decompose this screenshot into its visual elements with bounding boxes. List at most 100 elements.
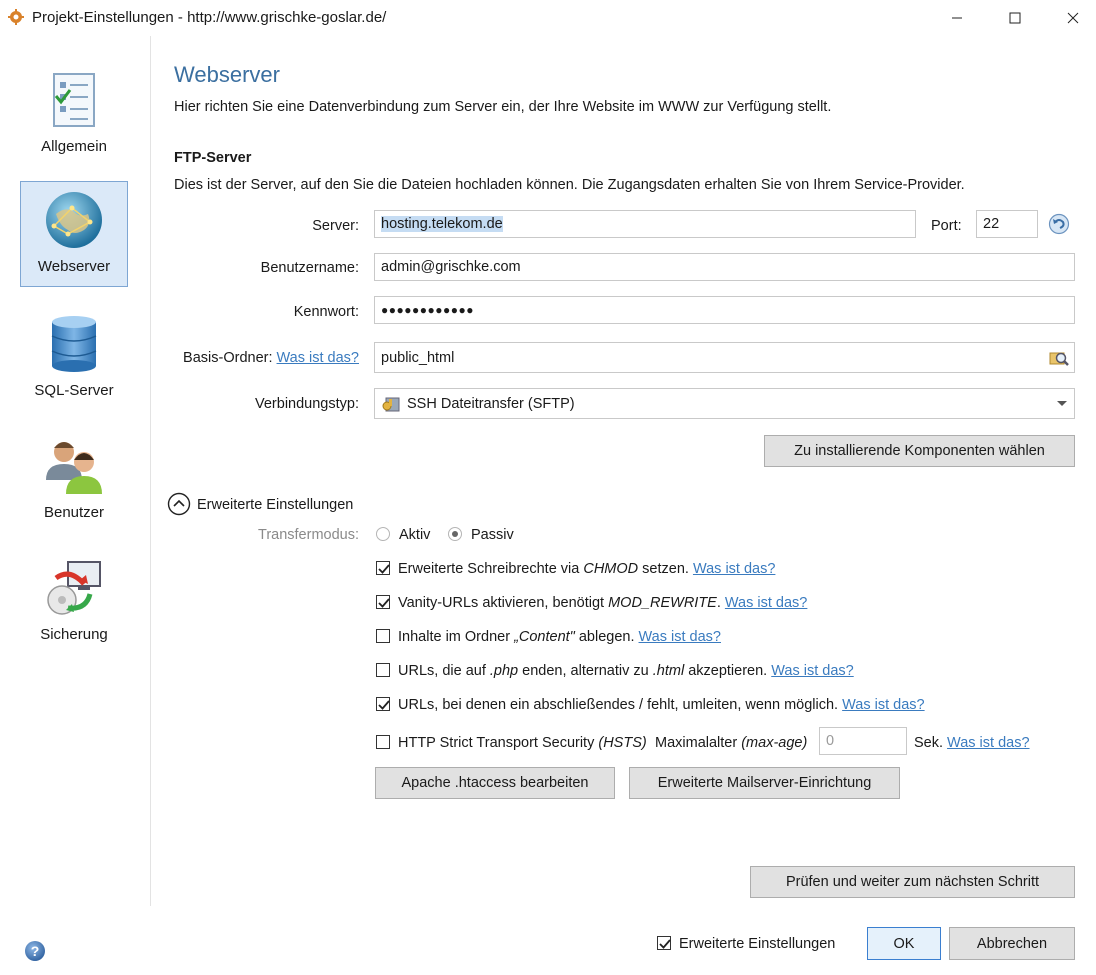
sidebar-item-label: Webserver <box>37 258 111 275</box>
help-link[interactable]: Was ist das? <box>725 595 807 611</box>
password-label: Kennwort: <box>293 304 359 320</box>
username-value: admin@grischke.com <box>381 259 521 275</box>
chmod-option: Erweiterte Schreibrechte via CHMOD setze… <box>398 561 775 577</box>
help-link[interactable]: Was ist das? <box>947 735 1029 751</box>
trailing-slash-option: URLs, bei denen ein abschließendes / feh… <box>398 697 925 713</box>
port-input[interactable]: 22 <box>976 210 1038 238</box>
maximize-button[interactable] <box>986 0 1044 36</box>
cancel-button[interactable]: Abbrechen <box>949 927 1075 960</box>
base-folder-label: Basis-Ordner: <box>183 350 273 366</box>
minimize-button[interactable] <box>928 0 986 36</box>
hsts-option: HTTP Strict Transport Security (HSTS) <box>398 735 647 751</box>
vanity-urls-option: Vanity-URLs aktivieren, benötigt MOD_REW… <box>398 595 807 611</box>
option-text: URLs, bei denen ein abschließendes / feh… <box>398 697 839 713</box>
connection-type-value: SSH Dateitransfer (SFTP) <box>407 395 575 412</box>
sidebar-item-webserver[interactable]: Webserver <box>20 181 128 287</box>
base-folder-input[interactable]: public_html <box>374 342 1075 373</box>
password-value: ●●●●●●●●●●●● <box>381 303 474 317</box>
advanced-settings-checkbox-label[interactable]: Erweiterte Einstellungen <box>679 936 835 952</box>
max-age-unit-row: Sek. Was ist das? <box>914 735 1030 751</box>
advanced-settings-checkbox[interactable] <box>657 936 671 950</box>
username-input[interactable]: admin@grischke.com <box>374 253 1075 281</box>
option-text: URLs, die auf <box>398 663 490 679</box>
ok-button[interactable]: OK <box>867 927 941 960</box>
port-label: Port: <box>931 218 962 234</box>
option-code: .php <box>489 663 519 679</box>
server-value: hosting.telekom.de <box>381 216 503 232</box>
radio-active-label[interactable]: Aktiv <box>399 527 430 543</box>
sidebar-item-sicherung[interactable]: Sicherung <box>20 550 128 656</box>
radio-active[interactable] <box>376 527 390 541</box>
option-text: Vanity-URLs aktivieren, benötigt <box>398 595 609 611</box>
checklist-icon <box>53 73 95 127</box>
minimize-icon <box>952 17 962 19</box>
php-urls-checkbox[interactable] <box>376 663 390 677</box>
help-link[interactable]: Was ist das? <box>771 663 853 679</box>
radio-dot <box>452 531 458 537</box>
sidebar-item-benutzer[interactable]: Benutzer <box>20 428 128 534</box>
window-title: Projekt-Einstellungen - http://www.grisc… <box>32 9 387 26</box>
server-label: Server: <box>312 218 359 234</box>
sidebar-item-sql-server[interactable]: SQL-Server <box>20 306 128 412</box>
base-folder-value: public_html <box>381 349 455 366</box>
option-code: CHMOD <box>583 561 639 577</box>
option-text: akzeptieren. <box>684 663 768 679</box>
database-icon <box>51 316 97 372</box>
close-button[interactable] <box>1044 0 1096 36</box>
option-text: Inhalte im Ordner <box>398 629 515 645</box>
globe-icon <box>46 192 102 248</box>
option-text: enden, alternativ zu <box>518 663 653 679</box>
chevron-up-circle-icon[interactable] <box>167 492 191 516</box>
max-age-label: Maximalalter (max-age) <box>655 735 807 751</box>
ftp-description: Dies ist der Server, auf den Sie die Dat… <box>174 177 965 193</box>
key-folder-icon <box>382 397 400 411</box>
connection-type-select[interactable]: SSH Dateitransfer (SFTP) <box>374 388 1075 419</box>
option-text: . <box>716 595 721 611</box>
checkmark-icon <box>659 939 671 949</box>
checkmark-icon <box>378 564 390 574</box>
chevron-down-icon <box>1057 400 1067 406</box>
hsts-checkbox[interactable] <box>376 735 390 749</box>
help-link[interactable]: Was ist das? <box>693 561 775 577</box>
base-folder-help-link[interactable]: Was ist das? <box>277 350 359 366</box>
browse-folder-icon[interactable] <box>1048 347 1070 369</box>
option-text: setzen. <box>638 561 689 577</box>
content-folder-checkbox[interactable] <box>376 629 390 643</box>
help-link[interactable]: Was ist das? <box>639 629 721 645</box>
sidebar: Allgemein Webserver SQL-Server Benutzer <box>0 36 151 906</box>
users-icon <box>46 442 102 494</box>
connection-type-label: Verbindungstyp: <box>255 396 359 412</box>
components-button[interactable]: Zu installierende Komponenten wählen <box>764 435 1075 467</box>
sidebar-item-label: Benutzer <box>43 504 105 521</box>
sidebar-item-label: Sicherung <box>40 626 108 643</box>
hsts-label: HTTP Strict Transport Security <box>398 735 599 751</box>
option-code: „Content" <box>514 629 575 645</box>
sidebar-item-label: SQL-Server <box>34 382 114 399</box>
max-age-code: (max-age) <box>741 735 808 751</box>
trailing-slash-checkbox[interactable] <box>376 697 390 711</box>
php-urls-option: URLs, die auf .php enden, alternativ zu … <box>398 663 854 679</box>
check-next-button[interactable]: Prüfen und weiter zum nächsten Schritt <box>750 866 1075 898</box>
server-input[interactable]: hosting.telekom.de <box>374 210 916 238</box>
close-icon <box>1067 12 1079 24</box>
radio-passive-label[interactable]: Passiv <box>471 527 514 543</box>
radio-passive[interactable] <box>448 527 462 541</box>
password-input[interactable]: ●●●●●●●●●●●● <box>374 296 1075 324</box>
sidebar-item-allgemein[interactable]: Allgemein <box>20 62 128 168</box>
help-link[interactable]: Was ist das? <box>842 697 924 713</box>
max-age-text: Maximalalter <box>655 735 742 751</box>
port-value: 22 <box>983 216 1000 232</box>
vanity-urls-checkbox[interactable] <box>376 595 390 609</box>
advanced-toggle-label[interactable]: Erweiterte Einstellungen <box>197 497 353 513</box>
reset-port-icon[interactable] <box>1048 213 1070 235</box>
mailserver-button[interactable]: Erweiterte Mailserver-Einrichtung <box>629 767 900 799</box>
chmod-checkbox[interactable] <box>376 561 390 575</box>
sidebar-item-label: Allgemein <box>41 138 107 155</box>
checkmark-icon <box>378 700 390 710</box>
help-icon[interactable]: ? <box>24 940 46 962</box>
hsts-label-abbr: (HSTS) <box>598 735 647 751</box>
htaccess-button[interactable]: Apache .htaccess bearbeiten <box>375 767 615 799</box>
ftp-heading: FTP-Server <box>174 150 252 166</box>
max-age-input[interactable]: 0 <box>819 727 907 755</box>
page-title: Webserver <box>174 62 280 87</box>
